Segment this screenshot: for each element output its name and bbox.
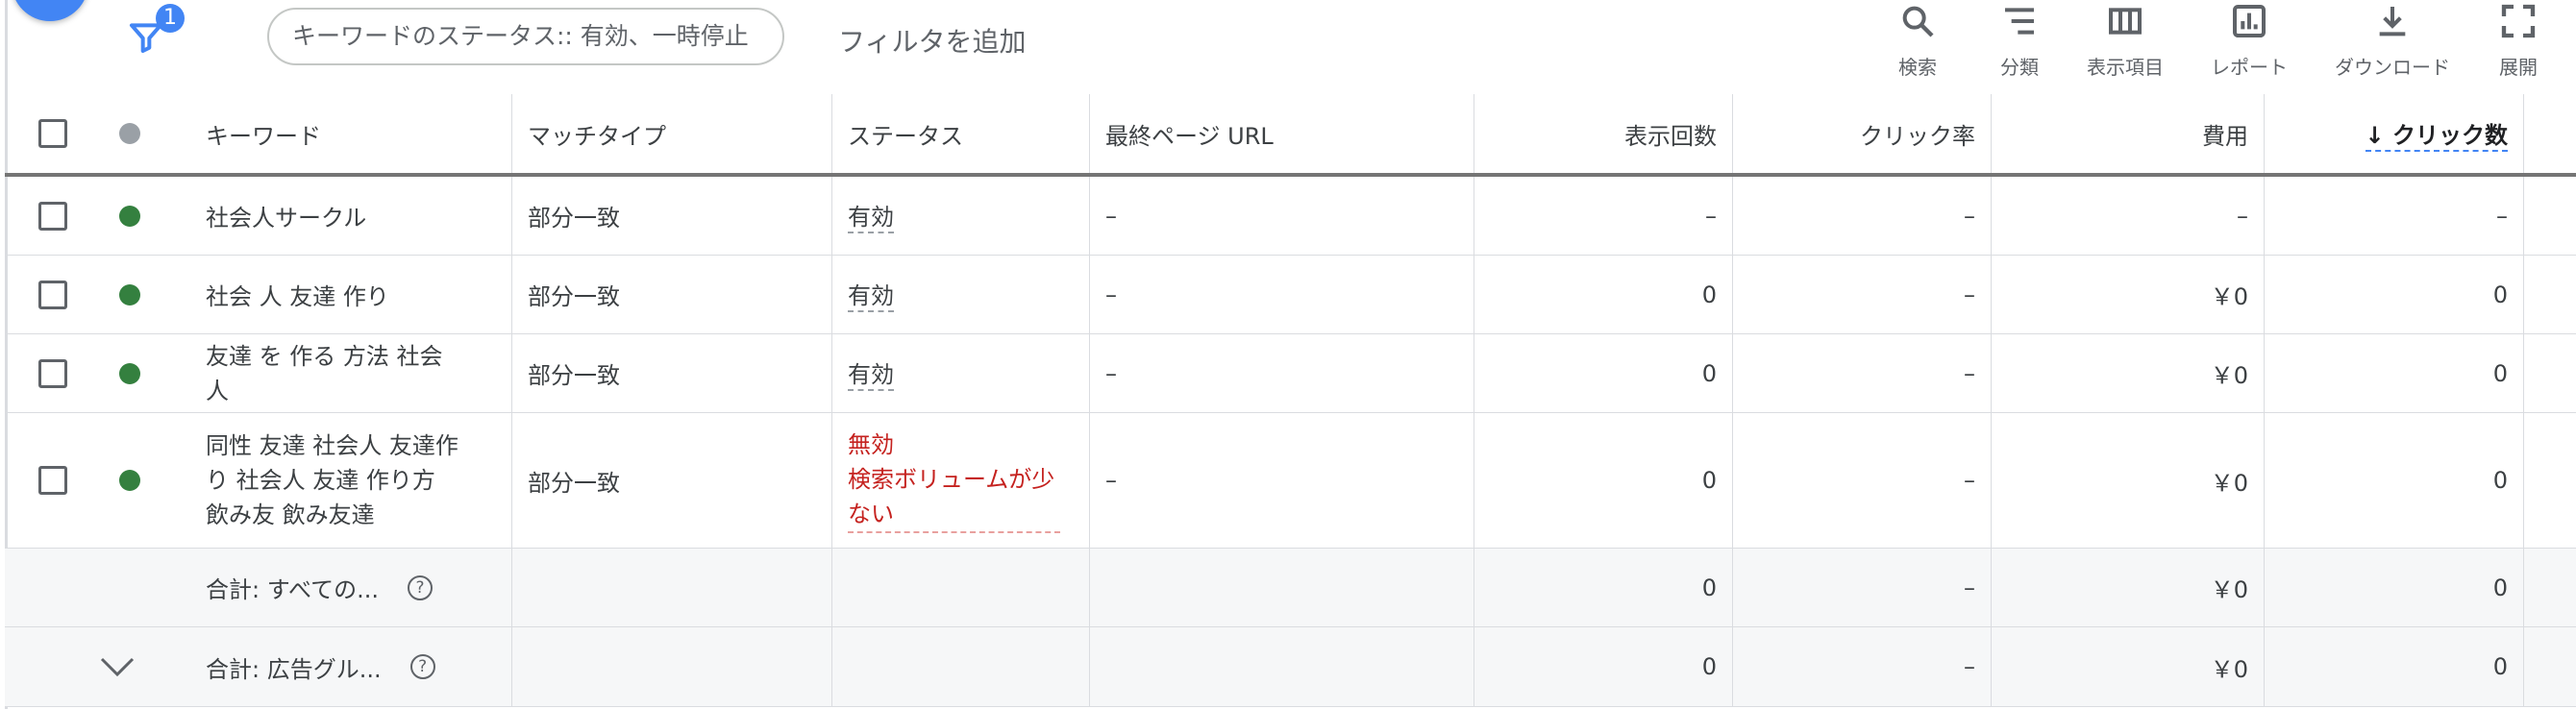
impressions-cell: 0 [1474,413,1733,548]
total-row-ad-group: 合計: 広告グル... ? 0 – ￥0 0 [5,627,2576,707]
enabled-status-dot[interactable] [119,283,140,306]
clicks-cell: 0 [2265,413,2524,548]
table-row: 社会人サークル 部分一致 有効 – – – – – [5,177,2576,256]
total-label: 合計: すべての... [206,576,379,603]
filter-chip-keyword-status[interactable]: キーワードのステータス:: 有効、一時停止 [267,8,784,65]
row-checkbox[interactable] [38,358,67,388]
segment-icon [2005,8,2034,35]
header-keyword[interactable]: キーワード [190,94,512,173]
select-all-checkbox[interactable] [38,119,67,148]
header-cost[interactable]: 費用 [1992,94,2265,173]
total-ctr: – [1733,549,1992,626]
status-column-icon[interactable] [119,123,140,144]
row-checkbox[interactable] [38,466,67,495]
table-row: 同性 友達 社会人 友達作り 社会人 友達 作り方 飲み友 飲み友達 部分一致 … [5,413,2576,549]
cost-cell: – [1992,177,2265,255]
total-cost: ￥0 [1992,549,2265,626]
total-clicks: 0 [2265,549,2524,626]
cost-cell: ￥0 [1992,256,2265,333]
keyword-cell[interactable]: 同性 友達 社会人 友達作り 社会人 友達 作り方 飲み友 飲み友達 [190,413,512,548]
clicks-cell: – [2265,177,2524,255]
impressions-cell: 0 [1474,334,1733,412]
tool-label: 展開 [2499,56,2538,79]
total-clicks: 0 [2265,627,2524,706]
help-icon[interactable]: ? [407,575,433,600]
keyword-cell[interactable]: 友達 を 作る 方法 社会 人 [190,334,512,412]
ctr-cell: – [1733,256,1992,333]
tool-label: レポート [2211,56,2288,79]
row-checkbox[interactable] [38,280,67,309]
match-type-cell: 部分一致 [512,334,832,412]
final-url-cell: – [1090,334,1474,412]
header-impressions[interactable]: 表示回数 [1474,94,1733,173]
final-url-cell: – [1090,256,1474,333]
header-match-type[interactable]: マッチタイプ [512,94,832,173]
search-icon [1902,6,1934,37]
total-impressions: 0 [1474,549,1733,626]
table-row: 社会 人 友達 作り 部分一致 有効 – 0 – ￥0 0 [5,256,2576,334]
match-type-cell: 部分一致 [512,413,832,548]
cost-cell: ￥0 [1992,334,2265,412]
tool-label: 表示項目 [2087,56,2164,79]
table-header-row: キーワード マッチタイプ ステータス 最終ページ URL 表示回数 クリック率 … [5,94,2576,177]
status-cell[interactable]: 有効 [848,277,894,312]
match-type-cell: 部分一致 [512,177,832,255]
ctr-cell: – [1733,334,1992,412]
impressions-cell: 0 [1474,256,1733,333]
help-icon[interactable]: ? [409,654,435,679]
keyword-cell[interactable]: 社会 人 友達 作り [190,256,512,333]
report-icon [2233,5,2266,37]
clicks-cell: 0 [2265,256,2524,333]
status-cell[interactable]: 有効 [848,198,894,233]
impressions-cell: – [1474,177,1733,255]
table-row: 友達 を 作る 方法 社会 人 部分一致 有効 – 0 – ￥0 0 [5,334,2576,413]
cost-cell: ￥0 [1992,413,2265,548]
total-impressions: 0 [1474,627,1733,706]
total-row-all: 合計: すべての... ? 0 – ￥0 0 [5,549,2576,627]
total-label: 合計: 広告グル... [206,655,382,683]
status-detail[interactable]: 検索ボリュームが少ない [848,462,1060,533]
final-url-cell: – [1090,413,1474,548]
columns-icon [2109,8,2142,35]
keyword-cell[interactable]: 社会人サークル [190,177,512,255]
create-fab-button[interactable] [12,0,88,21]
enabled-status-dot[interactable] [119,362,140,384]
header-ctr[interactable]: クリック率 [1733,94,1992,173]
ctr-cell: – [1733,413,1992,548]
header-final-url[interactable]: 最終ページ URL [1090,94,1474,173]
total-cost: ￥0 [1992,627,2265,706]
enabled-status-dot[interactable] [119,470,140,491]
filter-count-badge: 1 [156,4,185,33]
add-filter-button[interactable]: フィルタを追加 [838,21,1026,60]
download-icon [2379,7,2406,37]
status-cell[interactable]: 有効 [848,355,894,391]
tool-label: ダウンロード [2335,56,2450,79]
columns-tool-button[interactable]: 表示項目 [2058,0,2192,80]
final-url-cell: – [1090,177,1474,255]
status-cell[interactable]: 無効 [848,428,894,462]
header-clicks-sorted[interactable]: ↓ クリック数 [2365,116,2508,152]
expand-icon [2501,4,2536,38]
row-checkbox[interactable] [38,201,67,231]
report-tool-button[interactable]: レポート [2182,0,2316,80]
chevron-down-icon[interactable] [98,653,136,680]
download-tool-button[interactable]: ダウンロード [2325,0,2460,80]
enabled-status-dot[interactable] [119,205,140,227]
ctr-cell: – [1733,177,1992,255]
match-type-cell: 部分一致 [512,256,832,333]
header-status[interactable]: ステータス [832,94,1090,173]
expand-tool-button[interactable]: 展開 [2451,0,2576,80]
clicks-cell: 0 [2265,334,2524,412]
total-ctr: – [1733,627,1992,706]
